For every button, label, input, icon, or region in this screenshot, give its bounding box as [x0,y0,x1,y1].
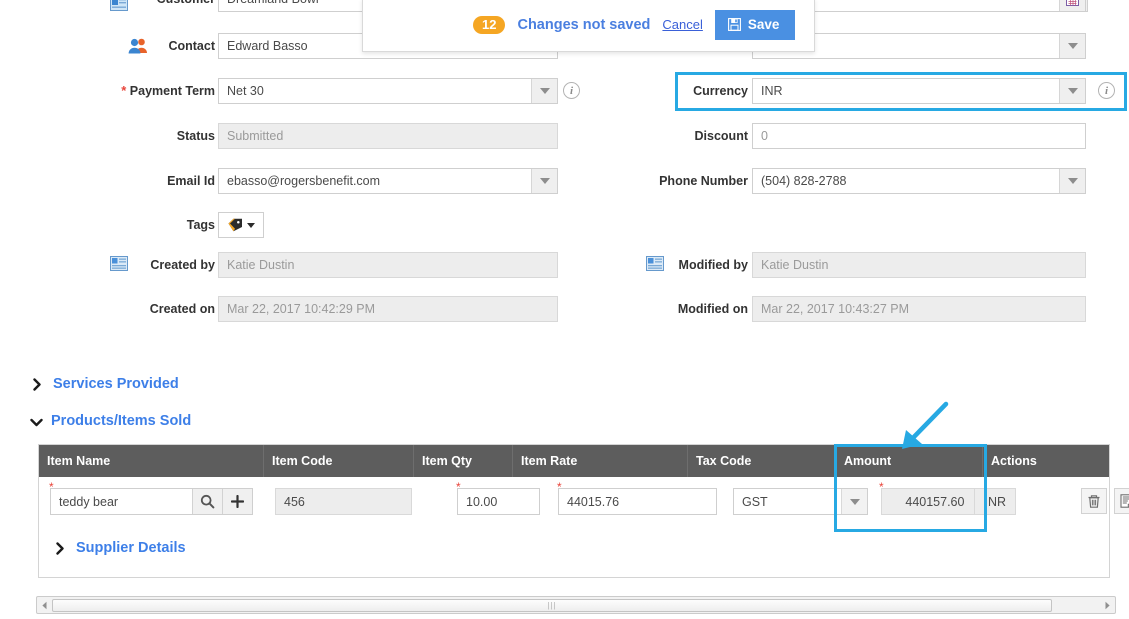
item-name-input-group[interactable]: teddy bear [50,488,253,515]
column-header-item-name[interactable]: Item Name [39,445,264,477]
scroll-right-button[interactable] [1100,597,1115,613]
phone-number-label: Phone Number [659,174,748,188]
column-header-item-qty[interactable]: Item Qty [414,445,513,477]
search-icon[interactable] [192,489,222,514]
scrollbar-grip-icon: ||| [547,600,557,610]
section-services-provided[interactable]: Services Provided [32,376,179,392]
modified-on-field: Mar 22, 2017 10:43:27 PM [752,296,1086,322]
phone-number-value: (504) 828-2788 [761,174,847,188]
email-id-label: Email Id [167,174,215,188]
currency-info-icon[interactable]: i [1098,82,1115,99]
required-marker: * [121,83,127,98]
currency-field[interactable]: INR [752,78,1086,104]
chevron-down-icon[interactable] [1059,34,1085,58]
tag-icon [227,218,243,232]
cell-item-qty: * 10.00 [414,479,540,523]
horizontal-scrollbar[interactable]: ||| [36,596,1116,614]
created-by-value: Katie Dustin [227,258,295,272]
modified-by-label: Modified by [678,258,748,272]
tax-code-value: GST [742,494,768,509]
calendar-icon[interactable] [1059,0,1085,11]
pointer-arrow-annotation [884,400,954,457]
notification-message: Changes not saved [517,16,651,33]
customer-label: Customer [60,0,215,12]
cell-item-rate: * 44015.76 [513,479,717,523]
phone-number-field[interactable]: (504) 828-2788 [752,168,1086,194]
status-label: Status [176,129,215,143]
cancel-link[interactable]: Cancel [662,17,702,32]
modified-on-label: Modified on [677,302,748,316]
payment-term-field[interactable]: Net 30 [218,78,558,104]
section-products-items-sold[interactable]: Products/Items Sold [30,413,191,429]
chevron-down-icon[interactable] [247,222,255,228]
save-button-label: Save [747,16,780,32]
modified-by-field: Katie Dustin [752,252,1086,278]
payment-term-value: Net 30 [227,84,264,98]
chevron-down-icon[interactable] [1059,79,1085,103]
section-label: Services Provided [53,376,179,392]
section-supplier-details[interactable]: Supplier Details [55,540,186,556]
column-header-actions[interactable]: Actions [983,445,1109,477]
save-button[interactable]: Save [714,9,796,40]
chevron-down-icon[interactable] [1059,169,1085,193]
scrollbar-thumb[interactable]: ||| [52,598,1052,612]
amount-value: 440157.60 [905,494,965,509]
email-id-value: ebasso@rogersbenefit.com [227,174,381,188]
created-by-label: Created by [150,258,215,272]
add-record-icon[interactable] [1114,488,1129,514]
unsaved-changes-notification: 12 Changes not saved Cancel Save [362,0,815,52]
column-header-item-code[interactable]: Item Code [264,445,414,477]
email-id-field[interactable]: ebasso@rogersbenefit.com [218,168,558,194]
chevron-down-icon[interactable] [531,169,557,193]
delete-icon[interactable] [1081,488,1107,514]
cell-actions [983,479,1129,523]
quote-detail-page: Customer Dreamland Bowl Contact Edward B… [0,0,1129,619]
floppy-disk-icon [727,17,741,31]
discount-field[interactable]: 0 [752,123,1086,149]
currency-value: INR [761,84,783,98]
changes-count-badge: 12 [473,15,506,34]
chevron-right-icon [55,541,66,555]
item-name-value[interactable]: teddy bear [51,489,192,514]
chevron-down-icon [30,415,43,428]
created-on-field: Mar 22, 2017 10:42:29 PM [218,296,558,322]
modified-by-value: Katie Dustin [761,258,829,272]
table-row: * teddy bear 456 * 10.00 * 44015.76 GST … [39,479,1129,523]
cell-tax-code: GST [688,479,868,523]
modified-on-value: Mar 22, 2017 10:43:27 PM [761,302,910,316]
tags-label: Tags [186,218,215,232]
created-on-value: Mar 22, 2017 10:42:29 PM [227,302,376,316]
section-label: Supplier Details [76,540,186,556]
contact-label: Contact [168,39,215,53]
created-by-field: Katie Dustin [218,252,558,278]
tags-picker[interactable] [218,212,264,238]
item-code-field: 456 [275,488,412,515]
discount-label: Discount [694,129,748,143]
add-item-button[interactable] [222,489,252,514]
cell-amount: * 440157.60 INR [836,479,1016,523]
discount-value: 0 [761,129,768,143]
section-label: Products/Items Sold [51,413,192,429]
item-code-value: 456 [284,494,305,509]
cell-item-code: 456 [264,479,414,523]
created-on-label: Created on [149,302,215,316]
column-header-item-rate[interactable]: Item Rate [513,445,688,477]
status-field: Submitted [218,123,558,149]
cell-item-name: * teddy bear [39,479,264,523]
payment-term-info-icon[interactable]: i [563,82,580,99]
status-value: Submitted [227,129,284,143]
payment-term-label: * Payment Term [121,83,215,98]
scroll-left-button[interactable] [37,597,52,613]
chevron-right-icon [32,377,43,391]
chevron-down-icon[interactable] [531,79,557,103]
currency-label: Currency [693,84,748,98]
column-header-tax-code[interactable]: Tax Code [688,445,836,477]
